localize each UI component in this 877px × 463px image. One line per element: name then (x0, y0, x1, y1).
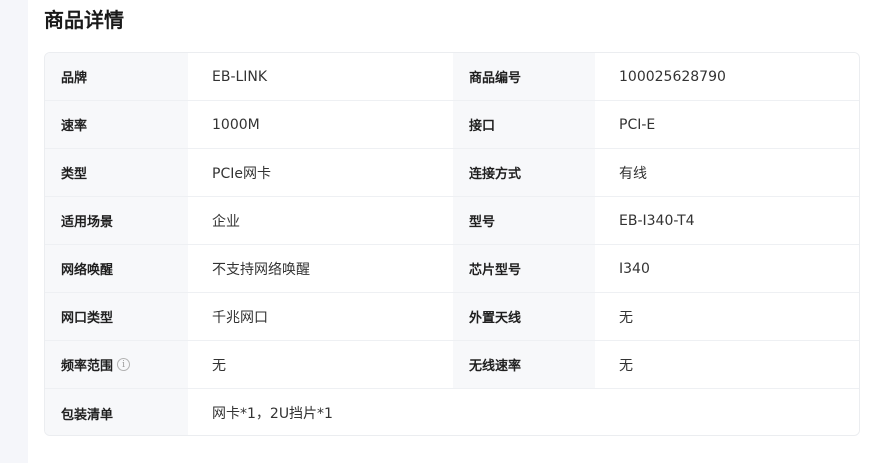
spec-label: 外置天线 (453, 293, 595, 340)
spec-value: 100025628790 (595, 53, 859, 100)
spec-value: 1000M (188, 101, 453, 148)
spec-label: 型号 (453, 197, 595, 244)
spec-value: EB-LINK (188, 53, 453, 100)
spec-value: I340 (595, 245, 859, 292)
spec-label: 接口 (453, 101, 595, 148)
spec-label: 芯片型号 (453, 245, 595, 292)
spec-row: 适用场景 企业 型号 EB-I340-T4 (45, 197, 859, 245)
spec-label-with-info: 频率范围 i (45, 341, 188, 388)
spec-value: 不支持网络唤醒 (188, 245, 453, 292)
spec-table: 品牌 EB-LINK 商品编号 100025628790 速率 1000M 接口… (44, 52, 860, 436)
spec-value: 有线 (595, 149, 859, 196)
spec-value: 无 (595, 341, 859, 388)
info-circle-icon[interactable]: i (117, 358, 131, 371)
spec-row: 品牌 EB-LINK 商品编号 100025628790 (45, 53, 859, 101)
spec-label: 网口类型 (45, 293, 188, 340)
spec-value: EB-I340-T4 (595, 197, 859, 244)
spec-label: 适用场景 (45, 197, 188, 244)
spec-label: 网络唤醒 (45, 245, 188, 292)
spec-value: 千兆网口 (188, 293, 453, 340)
spec-value: 无 (595, 293, 859, 340)
spec-label-text: 频率范围 (61, 359, 114, 374)
spec-value: PCI-E (595, 101, 859, 148)
spec-value: 网卡*1，2U挡片*1 (188, 389, 859, 435)
spec-value: PCIe网卡 (188, 149, 453, 196)
spec-row: 网络唤醒 不支持网络唤醒 芯片型号 I340 (45, 245, 859, 293)
spec-value: 企业 (188, 197, 453, 244)
spec-label: 无线速率 (453, 341, 595, 388)
spec-row: 频率范围 i 无 无线速率 无 (45, 341, 859, 389)
left-sidebar-strip (0, 0, 28, 463)
section-title: 商品详情 (44, 8, 124, 32)
spec-row: 网口类型 千兆网口 外置天线 无 (45, 293, 859, 341)
spec-label: 类型 (45, 149, 188, 196)
spec-label: 商品编号 (453, 53, 595, 100)
spec-label: 包装清单 (45, 389, 188, 435)
spec-row: 包装清单 网卡*1，2U挡片*1 (45, 389, 859, 435)
spec-row: 类型 PCIe网卡 连接方式 有线 (45, 149, 859, 197)
spec-label: 品牌 (45, 53, 188, 100)
spec-label: 速率 (45, 101, 188, 148)
spec-label: 连接方式 (453, 149, 595, 196)
product-details-page: 商品详情 品牌 EB-LINK 商品编号 100025628790 速率 100… (0, 0, 877, 463)
spec-row: 速率 1000M 接口 PCI-E (45, 101, 859, 149)
spec-value: 无 (188, 341, 453, 388)
